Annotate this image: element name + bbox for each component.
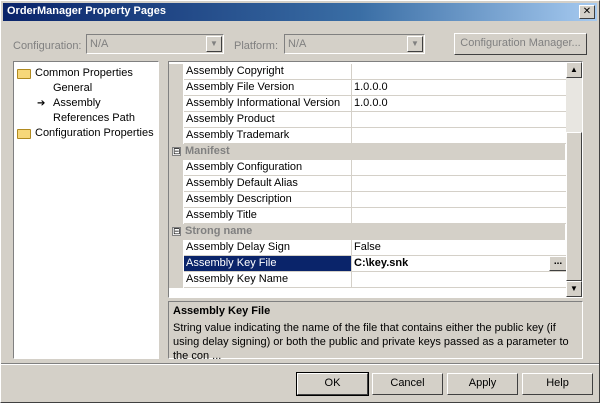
row-gutter [169, 96, 183, 112]
description-title: Assembly Key File [173, 305, 271, 317]
description-panel: Assembly Key File String value indicatin… [168, 301, 583, 362]
tree-item-label: Assembly [53, 97, 101, 109]
tree-item-general[interactable]: General [53, 81, 92, 96]
arrow-up-icon: ▲ [570, 65, 578, 74]
property-value[interactable] [352, 112, 567, 128]
property-row[interactable]: Assembly Key Name [169, 272, 567, 288]
row-gutter [169, 64, 183, 80]
property-name[interactable]: Assembly Key Name [184, 272, 352, 288]
vertical-scrollbar[interactable]: ▲ ▼ [566, 62, 582, 297]
property-row[interactable]: Assembly Default Alias [169, 176, 567, 192]
property-name[interactable]: Assembly Configuration [184, 160, 352, 176]
row-gutter [169, 192, 183, 208]
platform-select[interactable]: N/A ▼ [284, 34, 425, 54]
scroll-down-button[interactable]: ▼ [566, 281, 582, 297]
property-name[interactable]: Assembly Product [184, 112, 352, 128]
row-gutter [169, 272, 183, 288]
property-pages-window: OrderManager Property Pages ✕ Configurat… [0, 0, 600, 403]
chevron-down-icon: ▼ [407, 36, 423, 52]
cancel-button[interactable]: Cancel [372, 373, 443, 395]
property-row[interactable]: Assembly Copyright [169, 64, 567, 80]
property-value-text: C:\key.snk [354, 257, 409, 269]
property-name[interactable]: Assembly Title [184, 208, 352, 224]
configuration-select[interactable]: N/A ▼ [86, 34, 224, 54]
close-icon: ✕ [582, 6, 592, 17]
property-value[interactable] [352, 192, 567, 208]
row-gutter [169, 112, 183, 128]
collapse-icon[interactable]: ⊟ [172, 147, 181, 156]
close-window-button[interactable]: ✕ [579, 5, 595, 19]
category-row[interactable]: ⊟ Manifest [169, 144, 565, 160]
row-gutter [169, 256, 183, 272]
property-name[interactable]: Assembly Delay Sign [184, 240, 352, 256]
property-row[interactable]: Assembly Trademark [169, 128, 567, 144]
property-value[interactable] [352, 272, 567, 288]
property-row[interactable]: Assembly Title [169, 208, 567, 224]
property-name[interactable]: Assembly Default Alias [184, 176, 352, 192]
property-row[interactable]: Assembly Informational Version 1.0.0.0 [169, 96, 567, 112]
property-row[interactable]: Assembly Delay Sign False [169, 240, 567, 256]
description-text: String value indicating the name of the … [173, 322, 569, 362]
property-value[interactable]: 1.0.0.0 [352, 80, 567, 96]
property-value-text: 1.0.0.0 [354, 81, 388, 93]
property-name[interactable]: Assembly Informational Version [184, 96, 352, 112]
window-title: OrderManager Property Pages [7, 5, 166, 17]
row-gutter [169, 208, 183, 224]
category-label: Manifest [185, 145, 230, 157]
row-gutter [169, 240, 183, 256]
tree-item-label: Configuration Properties [35, 127, 154, 139]
property-value[interactable]: C:\key.snk... [352, 256, 567, 272]
configuration-manager-button[interactable]: Configuration Manager... [454, 33, 587, 55]
property-row-selected[interactable]: Assembly Key File C:\key.snk... [169, 256, 567, 272]
property-value[interactable] [352, 160, 567, 176]
scroll-thumb[interactable] [566, 132, 582, 281]
property-value[interactable] [352, 176, 567, 192]
tree-item-label: Common Properties [35, 67, 133, 79]
property-value-text: 1.0.0.0 [354, 97, 388, 109]
property-value[interactable]: 1.0.0.0 [352, 96, 567, 112]
collapse-icon[interactable]: ⊟ [172, 227, 181, 236]
property-name[interactable]: Assembly Copyright [184, 64, 352, 80]
property-name[interactable]: Assembly Key File [184, 256, 352, 272]
category-tree: Common Properties General ➔ Assembly Ref… [13, 61, 159, 359]
property-value[interactable]: False [352, 240, 567, 256]
title-bar: OrderManager Property Pages ✕ [3, 3, 597, 21]
chevron-down-icon: ▼ [206, 36, 222, 52]
configuration-label: Configuration: [13, 40, 82, 52]
property-value[interactable] [352, 208, 567, 224]
property-value-text: False [354, 241, 381, 253]
property-value[interactable] [352, 128, 567, 144]
property-grid: Assembly Copyright Assembly File Version 1… [168, 61, 583, 298]
platform-value: N/A [288, 38, 307, 50]
help-button[interactable]: Help [522, 373, 593, 395]
configuration-value: N/A [90, 38, 109, 50]
property-row[interactable]: Assembly Product [169, 112, 567, 128]
row-gutter [169, 80, 183, 96]
platform-label: Platform: [234, 40, 279, 52]
property-name[interactable]: Assembly File Version [184, 80, 352, 96]
arrow-pointer-icon: ➔ [37, 98, 46, 109]
scroll-up-button[interactable]: ▲ [566, 62, 582, 78]
category-label: Strong name [185, 225, 253, 237]
arrow-down-icon: ▼ [570, 284, 578, 293]
folder-open-icon [17, 69, 31, 79]
row-gutter [169, 128, 183, 144]
property-row[interactable]: Assembly File Version 1.0.0.0 [169, 80, 567, 96]
row-gutter [169, 176, 183, 192]
property-row[interactable]: Assembly Configuration [169, 160, 567, 176]
browse-button[interactable]: ... [549, 256, 567, 271]
property-row[interactable]: Assembly Description [169, 192, 567, 208]
ok-button[interactable]: OK [296, 372, 369, 396]
folder-closed-icon [17, 129, 31, 139]
property-value[interactable] [352, 64, 567, 80]
property-name[interactable]: Assembly Description [184, 192, 352, 208]
apply-button[interactable]: Apply [447, 373, 518, 395]
separator [1, 363, 599, 365]
property-name[interactable]: Assembly Trademark [184, 128, 352, 144]
category-row[interactable]: ⊟ Strong name [169, 224, 565, 240]
row-gutter [169, 160, 183, 176]
tree-item-references-path[interactable]: References Path [53, 111, 135, 126]
